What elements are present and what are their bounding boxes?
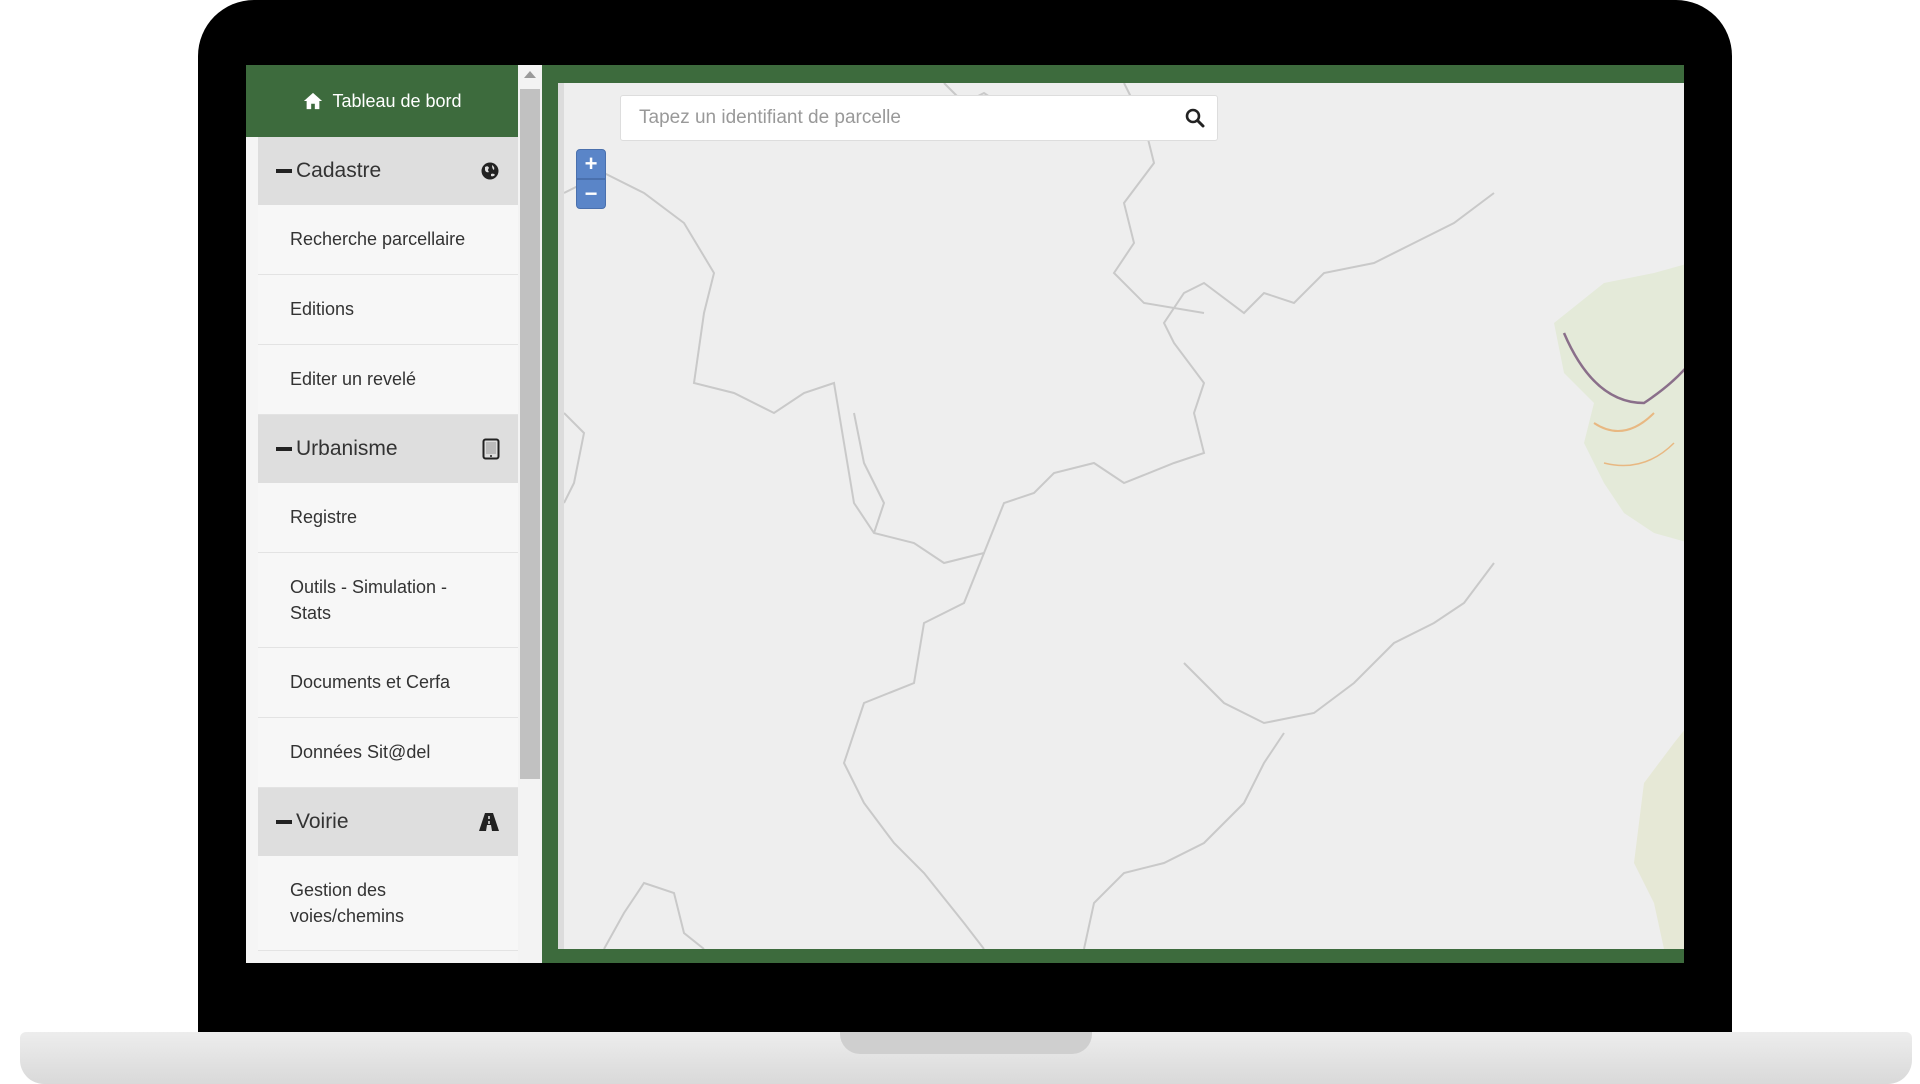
sidebar-item-editions[interactable]: Editions <box>258 275 518 345</box>
sidebar-item-editer-releve[interactable]: Editer un revelé <box>258 345 518 415</box>
home-icon <box>304 92 323 110</box>
road-icon <box>479 813 499 831</box>
map-terrain-area <box>1554 264 1684 949</box>
section-cadastre[interactable]: Cadastre <box>258 137 518 205</box>
tablet-icon <box>482 438 500 460</box>
section-title: Urbanisme <box>296 437 398 460</box>
section-voirie[interactable]: Voirie <box>258 788 518 856</box>
collapse-icon <box>276 820 292 824</box>
home-button[interactable]: Tableau de bord <box>246 65 518 137</box>
bottom-bar <box>558 949 1684 963</box>
scroll-up-icon[interactable] <box>524 71 536 78</box>
parcel-search-input[interactable] <box>637 106 1161 130</box>
home-label: Tableau de bord <box>332 90 462 111</box>
collapse-icon <box>276 447 292 451</box>
parcel-search-box <box>620 95 1218 141</box>
section-title: Cadastre <box>296 159 382 182</box>
globe-icon <box>481 162 499 180</box>
map-boundaries <box>564 83 1684 949</box>
sidebar-item-outils-simulation-stats[interactable]: Outils - Simulation - Stats <box>258 553 518 648</box>
scrollbar-thumb[interactable] <box>520 89 540 779</box>
zoom-in-button[interactable]: + <box>576 149 606 179</box>
sidebar-item-gestion-voies[interactable]: Gestion des voies/chemins <box>258 856 518 951</box>
section-title: Voirie <box>296 810 349 833</box>
search-icon[interactable] <box>1185 108 1205 128</box>
map-view[interactable]: + − <box>558 83 1684 949</box>
sidebar-item-registre[interactable]: Registre <box>258 483 518 553</box>
sidebar-item-donnees-sitadel[interactable]: Données Sit@del <box>258 718 518 788</box>
zoom-out-button[interactable]: − <box>576 179 606 209</box>
sidebar-item-documents-cerfa[interactable]: Documents et Cerfa <box>258 648 518 718</box>
sidebar-item-recherche-parcellaire[interactable]: Recherche parcellaire <box>258 205 518 275</box>
app-window: Tableau de bord Cadastre Recherche parce… <box>246 65 1684 963</box>
sidebar-menu: Cadastre Recherche parcellaire Editions … <box>258 137 518 951</box>
sidebar: Tableau de bord Cadastre Recherche parce… <box>246 65 518 963</box>
zoom-control: + − <box>576 149 606 209</box>
collapse-icon <box>276 169 292 173</box>
laptop-notch <box>840 1032 1092 1054</box>
section-urbanisme[interactable]: Urbanisme <box>258 415 518 483</box>
